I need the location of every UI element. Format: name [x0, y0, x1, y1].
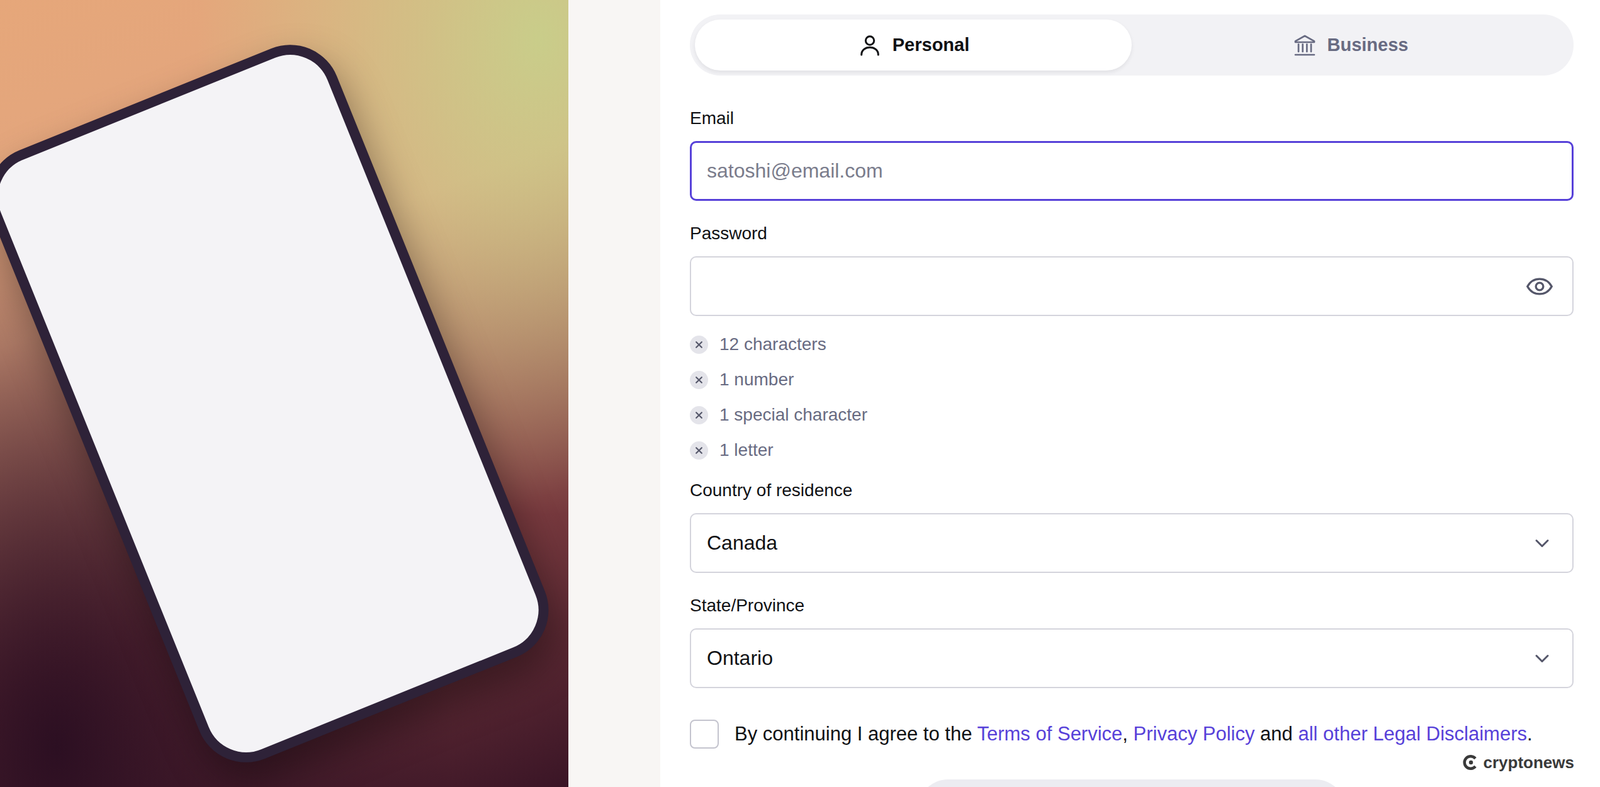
password-input[interactable] [689, 256, 1574, 316]
form-field: Password 12 characters1 number1 special c… [689, 222, 1574, 458]
signup-card: PersonalBusiness Email satoshi@email.com Pa… [660, 0, 1600, 787]
phone-illustration [0, 29, 564, 778]
terms-agreement: By continuing I agree to the Terms of Se… [689, 719, 1574, 749]
legal-link[interactable]: Privacy Policy [1133, 722, 1256, 745]
email-input[interactable]: satoshi@email.com [689, 140, 1574, 201]
chevron-down-icon [1530, 531, 1554, 555]
terms-text-part: and [1255, 722, 1299, 745]
terms-text: By continuing I agree to the Terms of Se… [734, 720, 1533, 748]
hero-photo [0, 0, 569, 787]
signup-page: PersonalBusiness Email satoshi@email.com Pa… [0, 0, 1600, 787]
terms-text-part: By continuing I agree to the [734, 722, 977, 745]
person-icon [857, 32, 883, 58]
field-label: Country of residence [689, 478, 1574, 502]
form-area: PersonalBusiness Email satoshi@email.com Pa… [568, 0, 1600, 787]
password-rule: 1 special character [689, 397, 1574, 433]
watermark: cryptonews [1459, 751, 1578, 773]
select-dropdown[interactable]: Ontario [689, 628, 1574, 688]
password-rule: 1 letter [689, 432, 1574, 468]
field-label: Email [689, 107, 1574, 130]
continue-button[interactable] [917, 779, 1346, 787]
cross-icon [689, 335, 709, 354]
select-field: State/Province Ontario [689, 594, 1574, 688]
select-field: Country of residence Canada [689, 478, 1574, 573]
account-tab[interactable]: Business [1131, 19, 1569, 71]
field-label: State/Province [689, 594, 1574, 617]
terms-text-part: , [1122, 722, 1133, 745]
button-row [689, 779, 1574, 787]
form-field: Email satoshi@email.com [689, 107, 1574, 201]
account-type-tabs: PersonalBusiness [689, 14, 1574, 76]
terms-checkbox[interactable] [689, 719, 719, 749]
cryptonews-logo-icon [1462, 753, 1480, 772]
bank-icon [1292, 32, 1318, 58]
select-dropdown[interactable]: Canada [689, 512, 1574, 573]
eye-icon[interactable] [1525, 272, 1554, 301]
account-tab[interactable]: Personal [694, 19, 1132, 71]
legal-link[interactable]: Terms of Service [976, 722, 1123, 745]
password-rule: 1 number [689, 361, 1574, 398]
cross-icon [689, 405, 709, 425]
signup-form: Email satoshi@email.com Password 12 charact… [689, 107, 1574, 787]
legal-link[interactable]: all other Legal Disclaimers [1297, 722, 1527, 745]
field-label: Password [689, 222, 1574, 245]
terms-text-part: . [1526, 722, 1533, 745]
cross-icon [689, 441, 709, 460]
password-rule: 12 characters [689, 326, 1574, 362]
cross-icon [689, 370, 709, 389]
password-rules: 12 characters1 number1 special character… [689, 326, 1574, 468]
chevron-down-icon [1530, 647, 1554, 670]
